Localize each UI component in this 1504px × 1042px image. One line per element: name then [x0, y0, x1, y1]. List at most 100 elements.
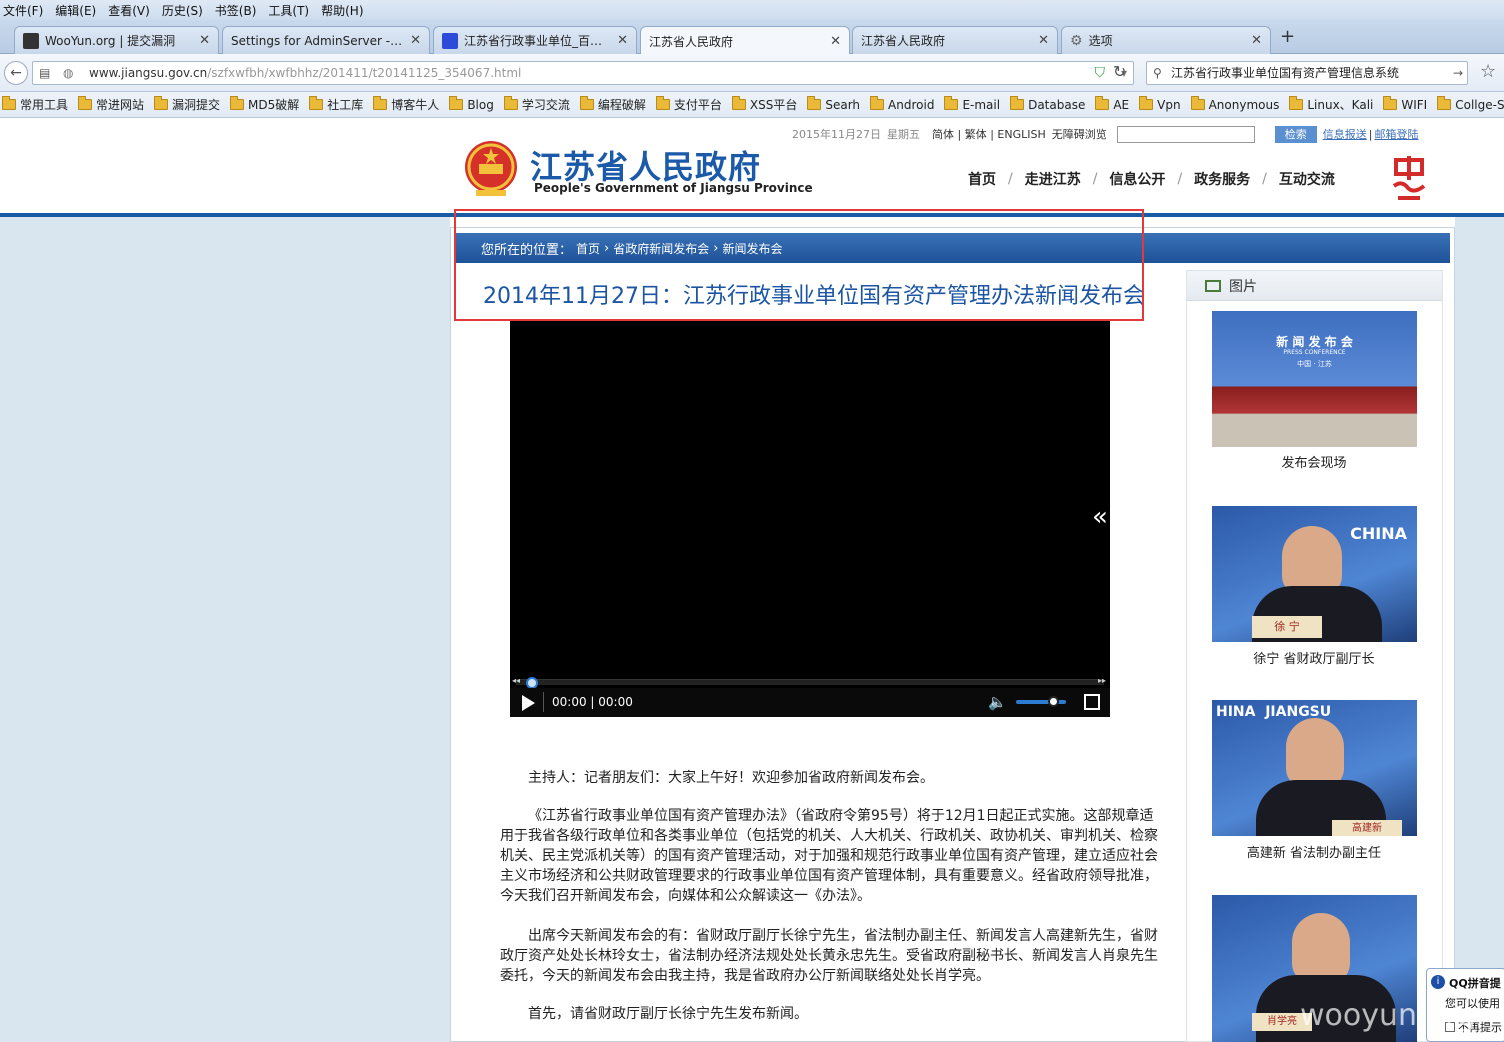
bookmark-folder[interactable]: 支付平台	[655, 96, 722, 113]
accessibility-link[interactable]: 无障碍浏览	[1052, 126, 1107, 142]
close-tab-icon[interactable]: ✕	[199, 33, 210, 48]
browser-search-input[interactable]: ⚲ 江苏省行政事业单位国有资产管理信息系统 →	[1146, 61, 1468, 85]
bookmark-folder[interactable]: MD5破解	[230, 96, 299, 113]
bookmark-folder[interactable]: Collge-School	[1437, 96, 1504, 112]
rewind-icon[interactable]: ◂◂	[512, 676, 520, 685]
photo-caption[interactable]: 发布会现场	[1200, 452, 1428, 471]
china-jiangsu-seal-logo	[1388, 156, 1430, 202]
bookmark-folder[interactable]: Linux、Kali	[1289, 96, 1373, 113]
bookmark-folder[interactable]: 常进网站	[78, 96, 144, 113]
volume-handle[interactable]	[1047, 696, 1059, 707]
nav-info-disclosure[interactable]: 信息公开	[1109, 169, 1165, 189]
tab-title: 江苏省人民政府	[861, 34, 946, 48]
nav-about-jiangsu[interactable]: 走进江苏	[1025, 169, 1081, 189]
bookmark-folder[interactable]: WIFI	[1383, 96, 1428, 112]
photo-thumbnail-gao-jianxin[interactable]: HINA JIANGSU 高建新	[1212, 700, 1417, 836]
language-links[interactable]: 简体 | 繁体 | ENGLISH	[932, 126, 1046, 142]
menu-file[interactable]: 文件(F)	[3, 2, 43, 19]
tab-jiangsu-active[interactable]: 江苏省人民政府 ✕	[640, 26, 850, 55]
bookmark-folder[interactable]: Database	[1010, 96, 1085, 112]
photo-caption[interactable]: 徐宁 省财政厅副厅长	[1200, 648, 1428, 667]
photo-thumbnail-press-room[interactable]: 新 闻 发 布 会 PRESS CONFERENCE 中国 · 江苏	[1212, 311, 1417, 447]
bookmark-folder[interactable]: Anonymous	[1190, 96, 1279, 112]
bookmark-label: WIFI	[1401, 97, 1428, 112]
url-domain: www.jiangsu.gov.cn	[89, 66, 208, 80]
tab-options[interactable]: ⚙ 选项 ✕	[1061, 26, 1271, 54]
bookmark-folder[interactable]: 博客牛人	[373, 96, 439, 113]
bookmark-label: Linux、Kali	[1307, 98, 1374, 112]
bookmark-folder[interactable]: 学习交流	[503, 96, 570, 113]
folder-icon	[309, 96, 324, 110]
folder-icon	[449, 96, 464, 110]
tab-jiangsu-2[interactable]: 江苏省人民政府 ✕	[852, 26, 1058, 54]
volume-icon[interactable]: 🔈	[988, 693, 1007, 711]
volume-slider[interactable]	[1016, 700, 1066, 704]
close-tab-icon[interactable]: ✕	[830, 34, 841, 49]
nav-interaction[interactable]: 互动交流	[1279, 169, 1335, 189]
close-tab-icon[interactable]: ✕	[410, 33, 421, 48]
bookmark-folder[interactable]: Android	[870, 96, 934, 112]
bookmark-folder[interactable]: Searh	[807, 96, 860, 112]
folder-icon	[373, 96, 388, 110]
page-side-background	[1455, 217, 1504, 1042]
menu-view[interactable]: 查看(V)	[108, 2, 150, 19]
tab-settings-adminserver[interactable]: Settings for AdminServer - hjzc... ✕	[222, 26, 430, 54]
tab-baidu[interactable]: 江苏省行政事业单位_百度... ✕	[433, 26, 637, 54]
bookmark-folder[interactable]: 漏洞提交	[154, 96, 220, 113]
menu-tools[interactable]: 工具(T)	[268, 2, 309, 19]
folder-icon	[1010, 96, 1025, 110]
bookmark-folder[interactable]: 编程破解	[579, 96, 646, 113]
photo-thumbnail-xu-ning[interactable]: CHINA 徐 宁	[1212, 506, 1417, 642]
bookmark-folder[interactable]: 常用工具	[2, 96, 68, 113]
menu-bookmarks[interactable]: 书签(B)	[215, 2, 257, 19]
folder-icon	[944, 96, 959, 110]
bookmark-folder[interactable]: E-mail	[944, 96, 1000, 112]
back-button[interactable]: ←	[4, 61, 28, 85]
folder-icon	[1289, 96, 1304, 110]
photo-caption[interactable]: 高建新 省法制办副主任	[1200, 842, 1428, 861]
folder-icon	[2, 96, 16, 110]
folder-icon	[1095, 96, 1110, 110]
close-tab-icon[interactable]: ✕	[1251, 33, 1262, 48]
control-divider	[543, 692, 544, 712]
site-search-input[interactable]	[1116, 125, 1255, 143]
close-tab-icon[interactable]: ✕	[1038, 33, 1049, 48]
double-chevron-left-icon[interactable]: «	[1092, 502, 1108, 532]
watermark: wooyun.org	[1300, 998, 1476, 1033]
bookmark-folder[interactable]: Blog	[449, 96, 494, 112]
info-submit-link[interactable]: 信息报送	[1323, 126, 1367, 142]
national-emblem-logo[interactable]	[462, 138, 520, 200]
banner-text: 新 闻 发 布 会	[1276, 335, 1353, 349]
url-path: /szfxwfbh/xwfbhhz/201411/t20141125_35406…	[207, 66, 522, 80]
folder-icon	[154, 96, 169, 110]
menu-bar: 文件(F) 编辑(E) 查看(V) 历史(S) 书签(B) 工具(T) 帮助(H…	[0, 0, 1504, 20]
nav-home[interactable]: 首页	[968, 169, 996, 189]
folder-icon	[503, 96, 518, 110]
navigation-bar: ← ▤ ◍ www.jiangsu.gov.cn/szfxwfbh/xwfbhh…	[0, 54, 1504, 92]
bookmark-folder[interactable]: XSS平台	[731, 96, 797, 113]
url-bar[interactable]: ▤ ◍ www.jiangsu.gov.cn/szfxwfbh/xwfbhhz/…	[32, 61, 1134, 85]
video-progress-bar[interactable]	[516, 679, 1104, 685]
play-icon[interactable]	[522, 695, 535, 711]
reload-icon[interactable]: ↻	[1113, 62, 1126, 81]
nav-government-services[interactable]: 政务服务	[1194, 169, 1250, 189]
close-tab-icon[interactable]: ✕	[617, 33, 628, 48]
bookmark-label: 常用工具	[20, 98, 69, 112]
bookmark-folder[interactable]: AE	[1095, 96, 1129, 112]
video-player[interactable]	[510, 320, 1110, 717]
shield-icon[interactable]: ⛉	[1095, 62, 1106, 84]
site-search-button[interactable]: 检索	[1274, 125, 1317, 143]
menu-help[interactable]: 帮助(H)	[321, 2, 363, 19]
bookmark-label: MD5破解	[248, 98, 300, 112]
forward-icon[interactable]: ▸▸	[1098, 676, 1106, 685]
menu-history[interactable]: 历史(S)	[162, 2, 203, 19]
mail-login-link[interactable]: 邮箱登陆	[1374, 126, 1418, 142]
tab-wooyun[interactable]: WooYun.org | 提交漏洞 ✕	[14, 26, 219, 54]
new-tab-button[interactable]: +	[1280, 26, 1295, 47]
bookmark-folder[interactable]: 社工库	[309, 96, 363, 113]
menu-edit[interactable]: 编辑(E)	[55, 2, 96, 19]
star-icon[interactable]: ☆	[1480, 61, 1496, 82]
fullscreen-icon[interactable]	[1084, 694, 1100, 710]
arrow-right-icon[interactable]: →	[1453, 62, 1463, 84]
bookmark-folder[interactable]: Vpn	[1139, 96, 1181, 112]
